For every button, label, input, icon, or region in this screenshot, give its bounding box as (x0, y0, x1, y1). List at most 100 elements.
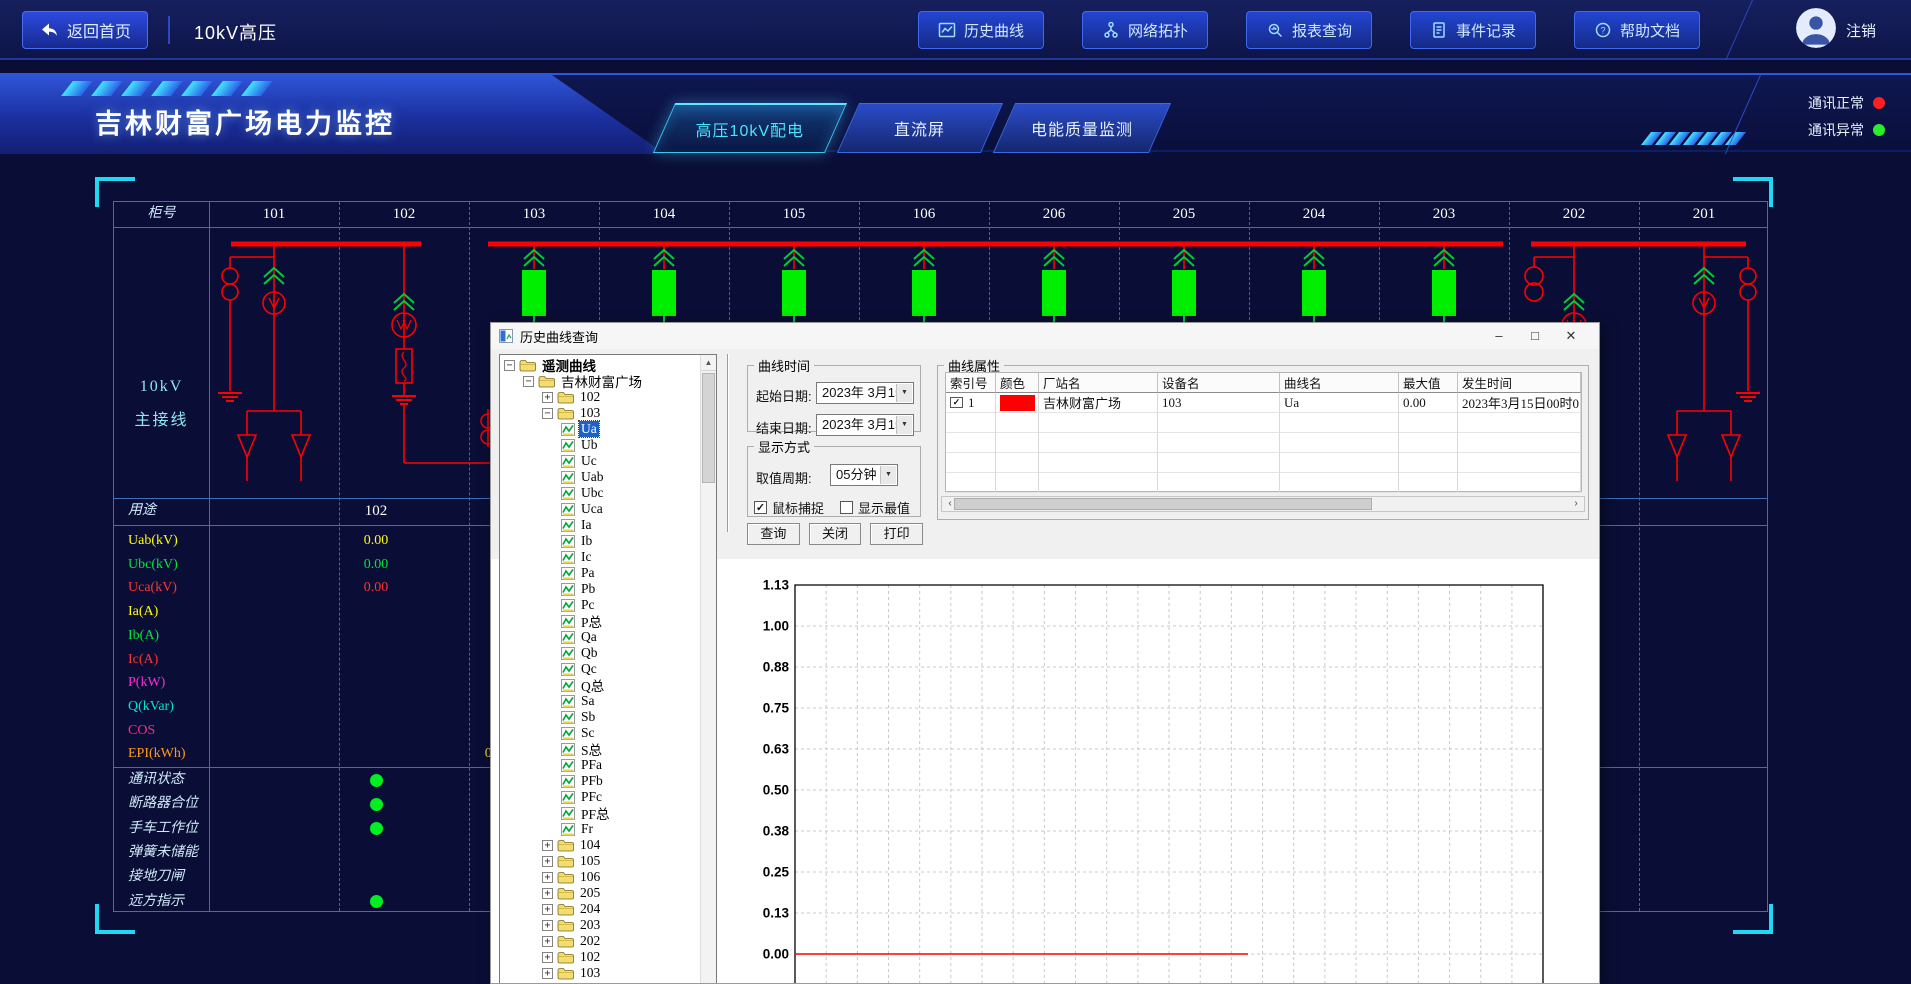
tree-scrollbar-thumb[interactable] (702, 373, 715, 483)
tree-expander-minus-icon[interactable]: − (523, 376, 534, 387)
tree-item[interactable]: Ib (500, 533, 699, 549)
tree-scrollbar[interactable]: ▲ (700, 355, 716, 983)
tree-expander-plus-icon[interactable]: + (542, 904, 553, 915)
tree-item[interactable]: Qb (500, 645, 699, 661)
tree-item[interactable]: +203 (500, 917, 699, 933)
props-header-cell[interactable]: 索引号 (946, 373, 996, 393)
period-combo[interactable]: 05分钟 ▼ (830, 464, 898, 486)
tree-item[interactable]: S总 (500, 741, 699, 757)
tree-expander-plus-icon[interactable]: + (542, 888, 553, 899)
props-hscrollbar[interactable]: ‹ › (941, 496, 1585, 512)
tree-expander-plus-icon[interactable]: + (542, 968, 553, 979)
props-header-cell[interactable]: 厂站名 (1039, 373, 1158, 393)
tree-item[interactable]: +103 (500, 965, 699, 981)
tree-item[interactable]: +104 (500, 837, 699, 853)
props-header-cell[interactable]: 颜色 (996, 373, 1039, 393)
back-home-button[interactable]: 返回首页 (22, 11, 148, 49)
tree-item[interactable]: Uc (500, 453, 699, 469)
tree-item-label: Q总 (579, 675, 606, 695)
tree-item[interactable]: +102 (500, 949, 699, 965)
tree-item[interactable]: Ic (500, 549, 699, 565)
report-query-button[interactable]: 报表查询 (1246, 11, 1372, 49)
tree-item[interactable]: +204 (500, 901, 699, 917)
query-button[interactable]: 查询 (747, 523, 800, 545)
tab-power-quality[interactable]: 电能质量监测 (993, 103, 1171, 153)
splitter[interactable] (727, 354, 729, 532)
start-date-combo[interactable]: 2023年 3月15 ▼ (816, 382, 914, 404)
tree-expander-minus-icon[interactable]: − (542, 408, 553, 419)
curve-row-checkbox[interactable]: ✓ (950, 397, 963, 408)
maximize-button[interactable]: □ (1517, 323, 1553, 349)
tree-item[interactable]: +104 (500, 981, 699, 983)
tree-item[interactable]: Sb (500, 709, 699, 725)
scroll-up-icon[interactable]: ▲ (701, 355, 716, 371)
tree-expander-plus-icon[interactable]: + (542, 936, 553, 947)
tree-item[interactable]: +202 (500, 933, 699, 949)
tree-item[interactable]: PF总 (500, 805, 699, 821)
print-button[interactable]: 打印 (870, 523, 923, 545)
tree-expander-minus-icon[interactable]: − (504, 360, 515, 371)
end-date-dropdown-icon[interactable]: ▼ (896, 416, 912, 434)
tree-expander-plus-icon[interactable]: + (542, 952, 553, 963)
tree-expander-plus-icon[interactable]: + (542, 392, 553, 403)
show-extremes-checkbox[interactable] (840, 501, 853, 514)
tree-item[interactable]: −吉林财富广场 (500, 373, 699, 389)
tree-item[interactable]: Sa (500, 693, 699, 709)
curve-color-swatch[interactable] (1000, 395, 1035, 411)
props-row[interactable]: ✓1吉林财富广场103Ua0.002023年3月15日00时0 (946, 393, 1581, 413)
tree-item[interactable]: Ua (500, 421, 699, 437)
close-dialog-button[interactable]: 关闭 (809, 523, 862, 545)
tree-item-label: PFa (579, 757, 604, 773)
svg-text:0.38: 0.38 (763, 824, 790, 839)
tree-expander-plus-icon[interactable]: + (542, 920, 553, 931)
tree-item[interactable]: Uca (500, 501, 699, 517)
avatar[interactable] (1796, 8, 1836, 48)
tree-expander-plus-icon[interactable]: + (542, 856, 553, 867)
tree-item[interactable]: PFa (500, 757, 699, 773)
tree-item[interactable]: Qa (500, 629, 699, 645)
props-empty-cell (1039, 473, 1158, 493)
tree-item[interactable]: Ub (500, 437, 699, 453)
props-empty-cell (1458, 413, 1581, 433)
props-header-cell[interactable]: 发生时间 (1458, 373, 1581, 393)
banner-diagonal (1725, 75, 1761, 154)
tree-item[interactable]: P总 (500, 613, 699, 629)
event-log-button[interactable]: 事件记录 (1410, 11, 1536, 49)
history-curve-button[interactable]: 历史曲线 (918, 11, 1044, 49)
tree-item[interactable]: +106 (500, 869, 699, 885)
network-topology-button[interactable]: 网络拓扑 (1082, 11, 1208, 49)
tree-item[interactable]: Pa (500, 565, 699, 581)
help-doc-button[interactable]: ?帮助文档 (1574, 11, 1700, 49)
tree-item[interactable]: Pb (500, 581, 699, 597)
props-hscrollbar-thumb[interactable] (954, 498, 1372, 510)
corner-bracket-top-right (1733, 177, 1773, 207)
props-header-cell[interactable]: 设备名 (1158, 373, 1280, 393)
start-date-dropdown-icon[interactable]: ▼ (896, 384, 912, 402)
history-curve-chart: 1.131.000.880.750.630.500.380.250.130.00 (745, 573, 1551, 983)
tab-hv-10kv-distribution[interactable]: 高压10kV配电 (653, 103, 847, 153)
tree-item[interactable]: +105 (500, 853, 699, 869)
tree-item[interactable]: Fr (500, 821, 699, 837)
tree-item[interactable]: +102 (500, 389, 699, 405)
tab-dc-screen[interactable]: 直流屏 (837, 103, 1003, 153)
end-date-combo[interactable]: 2023年 3月15 ▼ (816, 414, 914, 436)
mouse-capture-checkbox[interactable]: ✓ (754, 501, 767, 514)
scroll-right-icon[interactable]: › (1568, 497, 1584, 511)
tree-item[interactable]: Q总 (500, 677, 699, 693)
minimize-button[interactable]: – (1481, 323, 1517, 349)
props-header-cell[interactable]: 最大值 (1399, 373, 1458, 393)
tree-item[interactable]: −103 (500, 405, 699, 421)
tree-item-label: S总 (579, 739, 604, 759)
period-dropdown-icon[interactable]: ▼ (880, 466, 896, 484)
close-button[interactable]: ✕ (1553, 323, 1589, 349)
dialog-titlebar[interactable]: 历史曲线查询 – □ ✕ (491, 323, 1599, 349)
tree-item[interactable]: Ia (500, 517, 699, 533)
tree-item[interactable]: PFb (500, 773, 699, 789)
props-header-cell[interactable]: 曲线名 (1280, 373, 1399, 393)
logout-button[interactable]: 注销 (1846, 20, 1876, 41)
tree-expander-plus-icon[interactable]: + (542, 872, 553, 883)
tree-item[interactable]: Uab (500, 469, 699, 485)
tree-item[interactable]: +205 (500, 885, 699, 901)
tree-expander-plus-icon[interactable]: + (542, 840, 553, 851)
tree-item[interactable]: Ubc (500, 485, 699, 501)
